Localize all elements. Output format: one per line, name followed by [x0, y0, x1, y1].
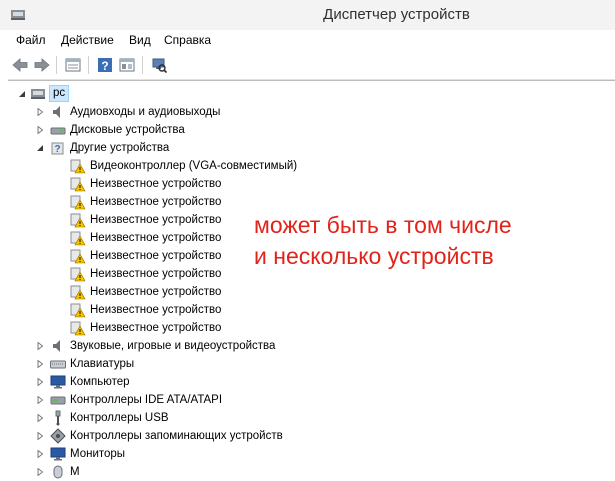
annotation-line-2: и несколько устройств	[254, 243, 494, 269]
speaker-icon	[53, 340, 60, 352]
category-label: М	[70, 466, 80, 478]
device-label: Неизвестное устройство	[90, 232, 222, 244]
forward-arrow-icon[interactable]	[33, 56, 51, 74]
category-label: Контроллеры запоминающих устройств	[70, 430, 283, 442]
device-label: Неизвестное устройство	[90, 304, 222, 316]
warning-icon	[70, 267, 86, 282]
category-label: Контроллеры IDE ATA/ATAPI	[70, 394, 223, 406]
device-label: Неизвестное устройство	[90, 250, 222, 262]
device-label: Неизвестное устройство	[90, 268, 222, 280]
menu-view[interactable]: Вид	[129, 33, 151, 47]
resources-view-icon[interactable]	[118, 56, 136, 74]
warning-icon	[70, 177, 86, 192]
expand-arrow-icon[interactable]	[36, 414, 44, 422]
menu-bar: Файл Действие Вид Справка	[8, 30, 615, 51]
window-title: Диспетчер устройств	[323, 6, 470, 23]
expand-arrow-icon[interactable]	[36, 360, 44, 368]
device-label: Неизвестное устройство	[90, 196, 222, 208]
warning-icon	[70, 159, 86, 174]
warning-icon	[70, 303, 86, 318]
back-arrow-icon[interactable]	[11, 56, 29, 74]
title-bar: Диспетчер устройств	[0, 0, 615, 30]
device-label: Неизвестное устройство	[90, 178, 222, 190]
collapse-arrow-icon[interactable]	[18, 90, 26, 98]
expand-arrow-icon[interactable]	[36, 378, 44, 386]
help-icon[interactable]: ?	[96, 56, 114, 74]
toolbar-separator	[88, 56, 89, 74]
device-label: Неизвестное устройство	[90, 214, 222, 226]
expand-arrow-icon[interactable]	[36, 468, 44, 476]
expand-arrow-icon[interactable]	[36, 108, 44, 116]
root-label: pc	[49, 85, 70, 102]
collapse-arrow-icon[interactable]	[36, 144, 44, 152]
expand-arrow-icon[interactable]	[36, 450, 44, 458]
svg-text:?: ?	[101, 59, 108, 73]
device-tree: pc Аудиовходы и аудиовыходы Дисковые уст…	[8, 80, 615, 479]
scan-hardware-icon[interactable]	[150, 56, 168, 74]
monitor-icon	[50, 375, 66, 389]
toolbar: ?	[8, 51, 615, 80]
properties-view-icon[interactable]	[64, 56, 82, 74]
annotation-line-1: может быть в том числе	[254, 212, 512, 238]
expand-arrow-icon[interactable]	[36, 396, 44, 404]
device-label: Видеоконтроллер (VGA-совместимый)	[90, 160, 298, 172]
category-label: Клавиатуры	[70, 358, 135, 370]
category-label: Аудиовходы и аудиовыходы	[70, 106, 221, 118]
svg-text:?: ?	[54, 144, 60, 155]
device-label: Неизвестное устройство	[90, 286, 222, 298]
speaker-icon	[53, 106, 60, 118]
warning-icon	[70, 195, 86, 210]
annotation-text: может быть в том числе и несколько устро…	[254, 210, 594, 272]
warning-icon	[70, 285, 86, 300]
usb-icon	[55, 410, 61, 426]
expand-arrow-icon[interactable]	[36, 342, 44, 350]
warning-icon	[70, 249, 86, 264]
storage-controller-icon	[50, 428, 66, 444]
category-label: Мониторы	[70, 448, 126, 460]
category-label: Контроллеры USB	[70, 412, 169, 424]
category-label: Дисковые устройства	[70, 124, 185, 136]
unknown-device-category-icon: ?	[51, 142, 64, 155]
warning-icon	[70, 231, 86, 246]
category-label: Звуковые, игровые и видеоустройства	[70, 340, 276, 352]
menu-file[interactable]: Файл	[16, 33, 46, 47]
menu-help[interactable]: Справка	[164, 33, 211, 47]
toolbar-separator	[56, 56, 57, 74]
keyboard-icon	[50, 360, 66, 369]
device-label: Неизвестное устройство	[90, 322, 222, 334]
warning-icon	[70, 213, 86, 228]
category-label: Другие устройства	[70, 142, 170, 154]
warning-icon	[70, 321, 86, 336]
mouse-icon	[53, 465, 63, 479]
expand-arrow-icon[interactable]	[36, 126, 44, 134]
menu-action[interactable]: Действие	[61, 33, 114, 47]
category-label: Компьютер	[70, 376, 130, 388]
expand-arrow-icon[interactable]	[36, 432, 44, 440]
toolbar-separator	[142, 56, 143, 74]
ide-controller-icon	[50, 396, 66, 405]
monitor-icon	[50, 447, 66, 461]
disk-drive-icon	[50, 127, 66, 135]
computer-icon	[31, 89, 45, 99]
